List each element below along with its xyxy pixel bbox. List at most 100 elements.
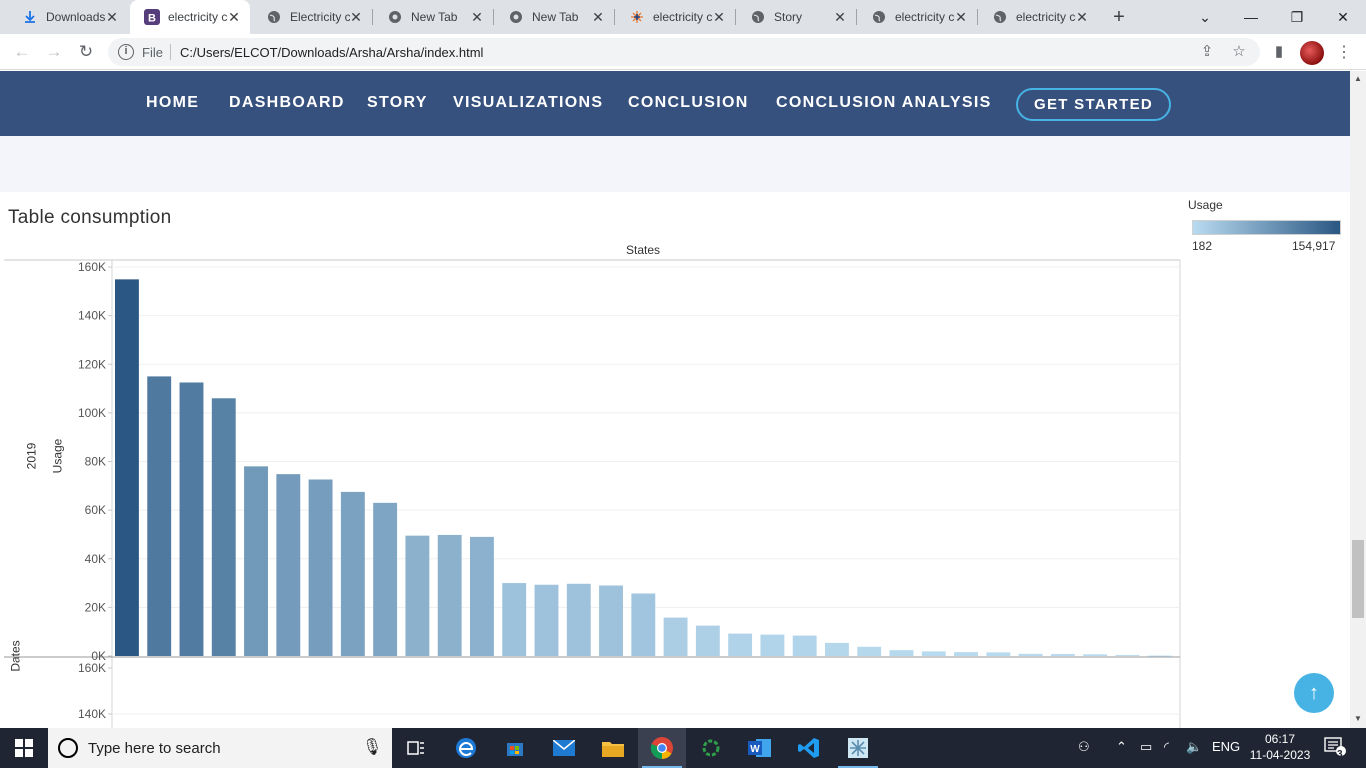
- nav-conclusion[interactable]: CONCLUSION: [628, 94, 749, 112]
- nav-story[interactable]: STORY: [367, 94, 428, 112]
- close-icon[interactable]: ✕: [226, 9, 242, 25]
- word-icon[interactable]: W: [736, 728, 784, 768]
- y-tick-label: 160K: [78, 661, 106, 675]
- mail-icon[interactable]: [540, 728, 588, 768]
- circle-app-icon[interactable]: [687, 728, 735, 768]
- legend-title: Usage: [1188, 198, 1223, 212]
- close-icon[interactable]: ✕: [348, 9, 364, 25]
- tab-electricity-active[interactable]: B electricity consumption ✕: [130, 0, 250, 34]
- tableau-icon: [629, 9, 645, 25]
- tab-new-tab[interactable]: New Tab ✕: [494, 0, 614, 34]
- y-tick-label: 40K: [85, 552, 106, 566]
- y-tick-label: 140K: [78, 309, 106, 323]
- forward-arrow-icon[interactable]: →: [42, 40, 66, 64]
- tab-electricity[interactable]: electricity consumption ✕: [978, 0, 1098, 34]
- bar: [340, 491, 365, 656]
- bar: [663, 617, 688, 656]
- bar: [986, 652, 1011, 656]
- color-legend-bar: [1192, 220, 1341, 235]
- close-icon[interactable]: ✕: [590, 9, 606, 25]
- scroll-up-arrow-icon[interactable]: ▲: [1350, 72, 1366, 86]
- back-arrow-icon[interactable]: ←: [10, 40, 34, 64]
- tab-downloads[interactable]: Downloads ✕: [8, 0, 128, 34]
- window-close-icon[interactable]: ✕: [1320, 0, 1366, 34]
- bar: [405, 535, 430, 656]
- globe-icon: [266, 9, 282, 25]
- tab-story[interactable]: Story ✕: [736, 0, 856, 34]
- snowflake-app-icon[interactable]: [834, 728, 882, 768]
- minimize-icon[interactable]: —: [1228, 0, 1274, 34]
- tab-title: New Tab: [411, 10, 458, 24]
- bar: [211, 398, 236, 656]
- info-icon[interactable]: i: [118, 44, 134, 60]
- tab-new-tab[interactable]: New Tab ✕: [373, 0, 493, 34]
- microphone-icon[interactable]: 🎙: [362, 738, 382, 758]
- nav-dashboard[interactable]: DASHBOARD: [229, 94, 345, 112]
- side-panel-icon[interactable]: ▮: [1270, 43, 1288, 61]
- get-started-button[interactable]: GET STARTED: [1016, 88, 1171, 121]
- avatar[interactable]: [1300, 41, 1324, 65]
- bar: [534, 584, 559, 656]
- legend-max: 154,917: [1292, 239, 1336, 253]
- edge-icon[interactable]: [442, 728, 490, 768]
- share-icon[interactable]: ⇪: [1198, 43, 1216, 61]
- chevron-up-icon[interactable]: ⌃: [1116, 739, 1127, 755]
- second-panel-ticks: 160K 140K: [78, 661, 1180, 721]
- people-icon[interactable]: ⚇: [1078, 739, 1090, 755]
- close-icon[interactable]: ✕: [953, 9, 969, 25]
- tab-electricity[interactable]: Electricity consumption ✕: [252, 0, 372, 34]
- clock-time: 06:17: [1264, 732, 1296, 746]
- nav-home[interactable]: HOME: [146, 94, 199, 112]
- close-icon[interactable]: ✕: [832, 9, 848, 25]
- close-icon[interactable]: ✕: [1074, 9, 1090, 25]
- restore-icon[interactable]: ❐: [1274, 0, 1320, 34]
- scrollbar-thumb[interactable]: [1352, 540, 1364, 618]
- tab-title: electricity consumption: [168, 10, 228, 24]
- file-explorer-icon[interactable]: [589, 728, 637, 768]
- windows-start-icon[interactable]: [0, 728, 48, 768]
- scroll-down-arrow-icon[interactable]: ▼: [1350, 712, 1366, 726]
- bookmark-star-icon[interactable]: ☆: [1230, 43, 1248, 61]
- search-placeholder: Type here to search: [88, 740, 221, 757]
- bar: [792, 635, 817, 656]
- bar: [954, 652, 978, 656]
- back-to-top-button[interactable]: ↑: [1294, 673, 1334, 713]
- chrome-icon: [387, 9, 403, 25]
- web-page: HOME DASHBOARD STORY VISUALIZATIONS CONC…: [0, 71, 1350, 728]
- nav-conclusion-analysis[interactable]: CONCLUSION ANALYSIS: [776, 94, 992, 112]
- bar: [470, 536, 494, 656]
- svg-text:B: B: [148, 13, 156, 25]
- language-indicator[interactable]: ENG: [1212, 739, 1240, 754]
- url-text[interactable]: C:/Users/ELCOT/Downloads/Arsha/Arsha/ind…: [180, 45, 483, 60]
- tab-tableau[interactable]: electricity consumption ✕: [615, 0, 735, 34]
- y-tick-label: 60K: [85, 503, 106, 517]
- volume-icon[interactable]: 🔈: [1186, 739, 1202, 755]
- reload-icon[interactable]: ↻: [74, 40, 98, 64]
- close-icon[interactable]: ✕: [469, 9, 485, 25]
- close-icon[interactable]: ✕: [711, 9, 727, 25]
- store-icon[interactable]: [491, 728, 539, 768]
- gridlines: [112, 266, 1180, 608]
- nav-visualizations[interactable]: VISUALIZATIONS: [453, 94, 603, 112]
- new-tab-icon[interactable]: +: [1108, 6, 1130, 28]
- chrome-icon[interactable]: [638, 728, 686, 768]
- address-bar[interactable]: i File C:/Users/ELCOT/Downloads/Arsha/Ar…: [108, 38, 1260, 66]
- search-icon: [58, 738, 78, 758]
- tab-title: electricity consumption: [653, 10, 713, 24]
- tab-search-icon[interactable]: ⌄: [1182, 0, 1228, 34]
- task-view-icon[interactable]: [392, 728, 440, 768]
- column-header: States: [626, 243, 661, 257]
- wifi-icon[interactable]: ◜: [1164, 739, 1169, 755]
- close-icon[interactable]: ✕: [104, 9, 120, 25]
- bar: [179, 382, 204, 656]
- battery-icon[interactable]: ▭: [1140, 739, 1152, 755]
- vscode-icon[interactable]: [785, 728, 833, 768]
- tab-electricity[interactable]: electricity consumption ✕: [857, 0, 977, 34]
- windows-taskbar: Type here to search 🎙 W ⚇ ⌃ ▭ ◜ 🔈 ENG 06…: [0, 728, 1366, 768]
- menu-icon[interactable]: ⋮: [1336, 40, 1352, 66]
- taskbar-search-box[interactable]: Type here to search 🎙: [48, 728, 392, 768]
- clock[interactable]: 06:17 11-04-2023: [1248, 731, 1312, 763]
- scrollbar[interactable]: [1350, 71, 1366, 728]
- clock-date: 11-04-2023: [1249, 748, 1311, 762]
- legend-min: 182: [1192, 239, 1213, 253]
